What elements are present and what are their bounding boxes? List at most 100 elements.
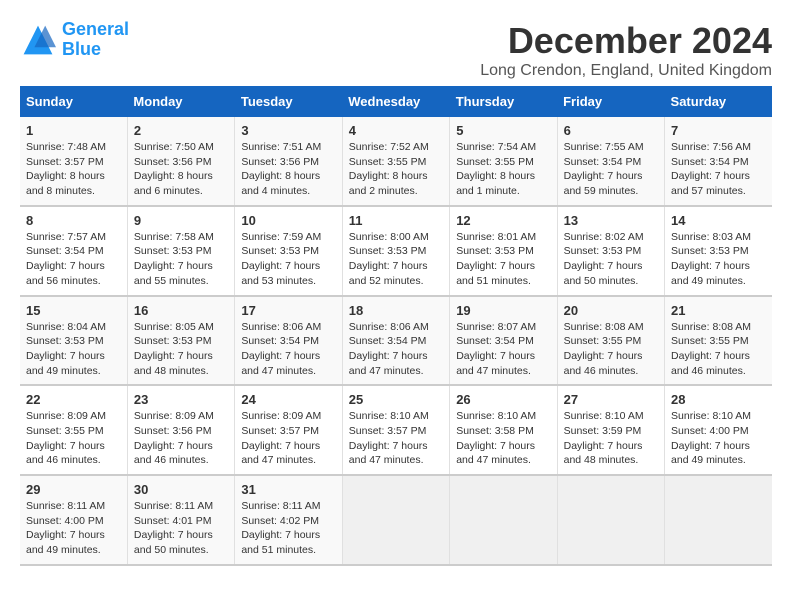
calendar-cell: 11 Sunrise: 8:00 AMSunset: 3:53 PMDaylig… — [342, 206, 449, 296]
day-number: 5 — [456, 123, 550, 138]
calendar-week-row: 8 Sunrise: 7:57 AMSunset: 3:54 PMDayligh… — [20, 206, 772, 296]
calendar-cell — [557, 475, 664, 565]
day-number: 31 — [241, 482, 335, 497]
day-number: 24 — [241, 392, 335, 407]
day-info: Sunrise: 8:09 AMSunset: 3:57 PMDaylight:… — [241, 409, 335, 468]
day-number: 28 — [671, 392, 766, 407]
day-info: Sunrise: 8:01 AMSunset: 3:53 PMDaylight:… — [456, 230, 550, 289]
logo-icon — [20, 22, 56, 58]
page-header: General Blue December 2024 Long Crendon,… — [20, 20, 772, 80]
day-info: Sunrise: 7:59 AMSunset: 3:53 PMDaylight:… — [241, 230, 335, 289]
col-sunday: Sunday — [20, 86, 127, 117]
logo-line1: General — [62, 19, 129, 39]
header-row: Sunday Monday Tuesday Wednesday Thursday… — [20, 86, 772, 117]
day-number: 18 — [349, 303, 443, 318]
calendar-cell — [665, 475, 772, 565]
calendar-cell: 23 Sunrise: 8:09 AMSunset: 3:56 PMDaylig… — [127, 385, 234, 475]
calendar-cell: 22 Sunrise: 8:09 AMSunset: 3:55 PMDaylig… — [20, 385, 127, 475]
day-info: Sunrise: 7:58 AMSunset: 3:53 PMDaylight:… — [134, 230, 228, 289]
day-info: Sunrise: 8:03 AMSunset: 3:53 PMDaylight:… — [671, 230, 766, 289]
day-number: 13 — [564, 213, 658, 228]
col-tuesday: Tuesday — [235, 86, 342, 117]
calendar-cell: 13 Sunrise: 8:02 AMSunset: 3:53 PMDaylig… — [557, 206, 664, 296]
day-number: 30 — [134, 482, 228, 497]
day-info: Sunrise: 8:10 AMSunset: 3:59 PMDaylight:… — [564, 409, 658, 468]
day-info: Sunrise: 8:06 AMSunset: 3:54 PMDaylight:… — [241, 320, 335, 379]
day-info: Sunrise: 8:05 AMSunset: 3:53 PMDaylight:… — [134, 320, 228, 379]
col-wednesday: Wednesday — [342, 86, 449, 117]
col-friday: Friday — [557, 86, 664, 117]
calendar-cell — [450, 475, 557, 565]
calendar-cell: 27 Sunrise: 8:10 AMSunset: 3:59 PMDaylig… — [557, 385, 664, 475]
logo-text: General Blue — [62, 20, 129, 60]
calendar-cell: 30 Sunrise: 8:11 AMSunset: 4:01 PMDaylig… — [127, 475, 234, 565]
calendar-cell: 12 Sunrise: 8:01 AMSunset: 3:53 PMDaylig… — [450, 206, 557, 296]
day-number: 22 — [26, 392, 121, 407]
day-info: Sunrise: 8:09 AMSunset: 3:55 PMDaylight:… — [26, 409, 121, 468]
calendar-cell: 24 Sunrise: 8:09 AMSunset: 3:57 PMDaylig… — [235, 385, 342, 475]
day-number: 14 — [671, 213, 766, 228]
day-info: Sunrise: 8:11 AMSunset: 4:02 PMDaylight:… — [241, 499, 335, 558]
calendar-cell: 31 Sunrise: 8:11 AMSunset: 4:02 PMDaylig… — [235, 475, 342, 565]
day-number: 27 — [564, 392, 658, 407]
calendar-cell: 16 Sunrise: 8:05 AMSunset: 3:53 PMDaylig… — [127, 296, 234, 386]
calendar-cell: 15 Sunrise: 8:04 AMSunset: 3:53 PMDaylig… — [20, 296, 127, 386]
calendar-cell: 20 Sunrise: 8:08 AMSunset: 3:55 PMDaylig… — [557, 296, 664, 386]
day-number: 19 — [456, 303, 550, 318]
calendar-week-row: 1 Sunrise: 7:48 AMSunset: 3:57 PMDayligh… — [20, 117, 772, 206]
calendar-cell: 8 Sunrise: 7:57 AMSunset: 3:54 PMDayligh… — [20, 206, 127, 296]
calendar-cell: 21 Sunrise: 8:08 AMSunset: 3:55 PMDaylig… — [665, 296, 772, 386]
day-number: 7 — [671, 123, 766, 138]
calendar-cell: 18 Sunrise: 8:06 AMSunset: 3:54 PMDaylig… — [342, 296, 449, 386]
day-info: Sunrise: 7:52 AMSunset: 3:55 PMDaylight:… — [349, 140, 443, 199]
day-number: 20 — [564, 303, 658, 318]
logo-line2: Blue — [62, 39, 101, 59]
calendar-cell: 29 Sunrise: 8:11 AMSunset: 4:00 PMDaylig… — [20, 475, 127, 565]
day-number: 8 — [26, 213, 121, 228]
day-info: Sunrise: 8:04 AMSunset: 3:53 PMDaylight:… — [26, 320, 121, 379]
calendar-cell: 6 Sunrise: 7:55 AMSunset: 3:54 PMDayligh… — [557, 117, 664, 206]
day-info: Sunrise: 8:10 AMSunset: 3:57 PMDaylight:… — [349, 409, 443, 468]
day-info: Sunrise: 8:06 AMSunset: 3:54 PMDaylight:… — [349, 320, 443, 379]
calendar-cell: 25 Sunrise: 8:10 AMSunset: 3:57 PMDaylig… — [342, 385, 449, 475]
day-number: 29 — [26, 482, 121, 497]
col-thursday: Thursday — [450, 86, 557, 117]
calendar-cell: 1 Sunrise: 7:48 AMSunset: 3:57 PMDayligh… — [20, 117, 127, 206]
day-info: Sunrise: 8:08 AMSunset: 3:55 PMDaylight:… — [564, 320, 658, 379]
day-number: 11 — [349, 213, 443, 228]
calendar-cell: 17 Sunrise: 8:06 AMSunset: 3:54 PMDaylig… — [235, 296, 342, 386]
calendar-cell: 2 Sunrise: 7:50 AMSunset: 3:56 PMDayligh… — [127, 117, 234, 206]
calendar-cell: 5 Sunrise: 7:54 AMSunset: 3:55 PMDayligh… — [450, 117, 557, 206]
calendar-table: Sunday Monday Tuesday Wednesday Thursday… — [20, 86, 772, 566]
day-number: 26 — [456, 392, 550, 407]
calendar-header: Sunday Monday Tuesday Wednesday Thursday… — [20, 86, 772, 117]
day-info: Sunrise: 7:51 AMSunset: 3:56 PMDaylight:… — [241, 140, 335, 199]
calendar-week-row: 29 Sunrise: 8:11 AMSunset: 4:00 PMDaylig… — [20, 475, 772, 565]
calendar-cell: 10 Sunrise: 7:59 AMSunset: 3:53 PMDaylig… — [235, 206, 342, 296]
calendar-cell: 4 Sunrise: 7:52 AMSunset: 3:55 PMDayligh… — [342, 117, 449, 206]
calendar-week-row: 15 Sunrise: 8:04 AMSunset: 3:53 PMDaylig… — [20, 296, 772, 386]
calendar-cell — [342, 475, 449, 565]
calendar-cell: 7 Sunrise: 7:56 AMSunset: 3:54 PMDayligh… — [665, 117, 772, 206]
day-number: 23 — [134, 392, 228, 407]
day-info: Sunrise: 8:00 AMSunset: 3:53 PMDaylight:… — [349, 230, 443, 289]
day-info: Sunrise: 8:07 AMSunset: 3:54 PMDaylight:… — [456, 320, 550, 379]
month-title: December 2024 — [480, 20, 772, 62]
col-saturday: Saturday — [665, 86, 772, 117]
calendar-cell: 14 Sunrise: 8:03 AMSunset: 3:53 PMDaylig… — [665, 206, 772, 296]
day-number: 21 — [671, 303, 766, 318]
day-info: Sunrise: 8:02 AMSunset: 3:53 PMDaylight:… — [564, 230, 658, 289]
calendar-cell: 19 Sunrise: 8:07 AMSunset: 3:54 PMDaylig… — [450, 296, 557, 386]
day-number: 3 — [241, 123, 335, 138]
day-info: Sunrise: 7:55 AMSunset: 3:54 PMDaylight:… — [564, 140, 658, 199]
day-number: 2 — [134, 123, 228, 138]
day-info: Sunrise: 8:08 AMSunset: 3:55 PMDaylight:… — [671, 320, 766, 379]
title-area: December 2024 Long Crendon, England, Uni… — [480, 20, 772, 80]
day-info: Sunrise: 7:50 AMSunset: 3:56 PMDaylight:… — [134, 140, 228, 199]
day-number: 1 — [26, 123, 121, 138]
logo: General Blue — [20, 20, 129, 60]
day-info: Sunrise: 7:57 AMSunset: 3:54 PMDaylight:… — [26, 230, 121, 289]
day-info: Sunrise: 8:10 AMSunset: 3:58 PMDaylight:… — [456, 409, 550, 468]
day-number: 12 — [456, 213, 550, 228]
day-info: Sunrise: 8:11 AMSunset: 4:01 PMDaylight:… — [134, 499, 228, 558]
